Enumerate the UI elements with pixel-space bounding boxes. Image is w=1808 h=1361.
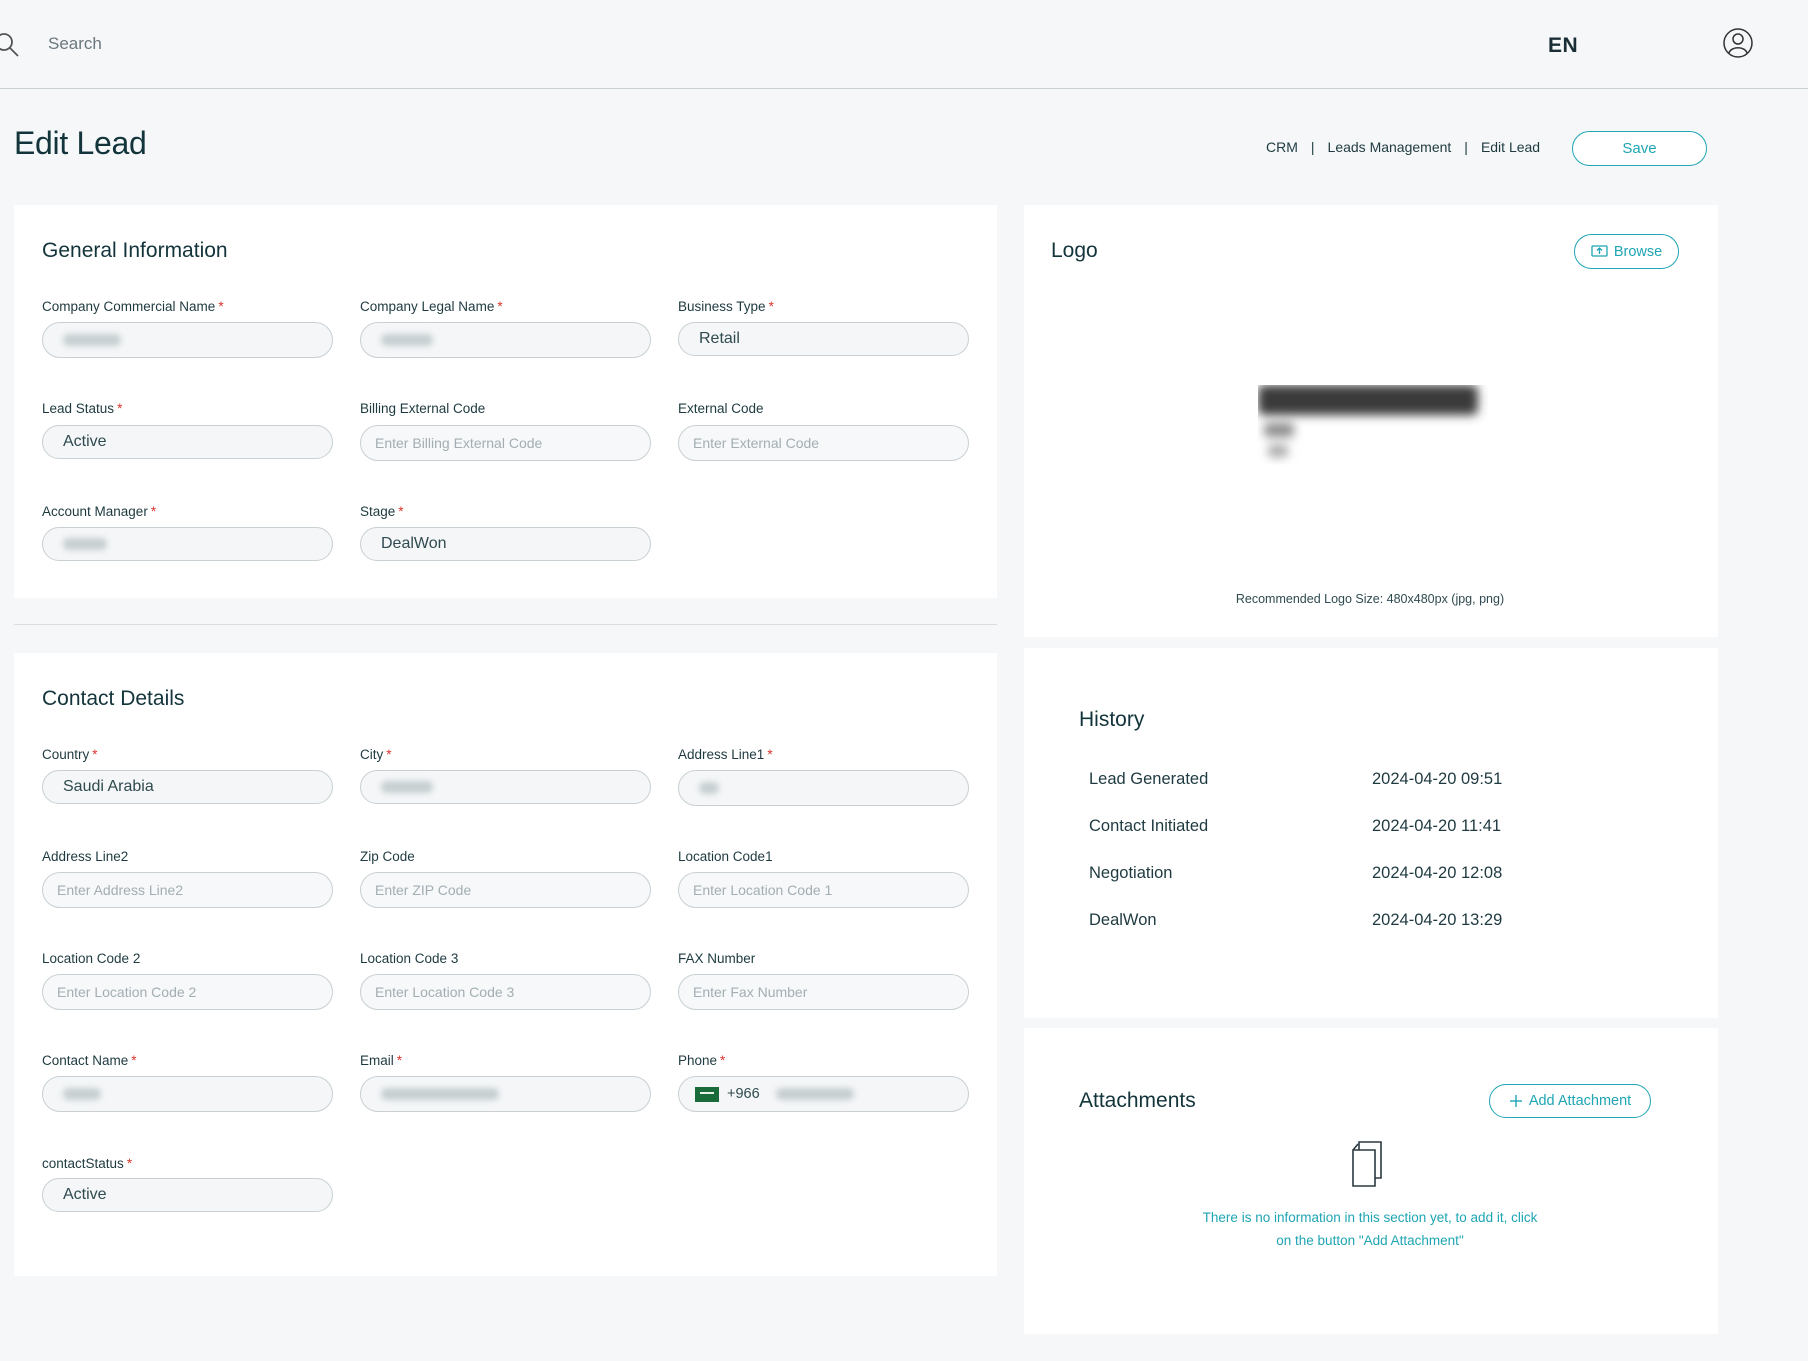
location-code2-label: Location Code 2	[42, 951, 141, 966]
zip-code-label: Zip Code	[360, 849, 415, 864]
saudi-flag-icon[interactable]	[695, 1086, 719, 1102]
logo-size-hint: Recommended Logo Size: 480x480px (jpg, p…	[1235, 592, 1505, 606]
breadcrumb: CRM | Leads Management | Edit Lead	[1266, 139, 1540, 155]
external-code-label: External Code	[678, 401, 764, 416]
city-label: City *	[360, 747, 392, 762]
company-legal-name-label: Company Legal Name *	[360, 299, 503, 314]
add-attachment-button[interactable]: Add Attachment	[1489, 1084, 1651, 1118]
breadcrumb-separator: |	[1464, 139, 1468, 155]
breadcrumb-separator: |	[1310, 139, 1315, 155]
history-event-label: Lead Generated	[1089, 770, 1209, 788]
phone-country-code: +966	[727, 1086, 760, 1102]
business-type-label: Business Type *	[678, 299, 774, 314]
save-button[interactable]: Save	[1572, 131, 1707, 166]
fax-number-input[interactable]: Enter Fax Number	[678, 974, 969, 1010]
history-event-label: DealWon	[1089, 911, 1157, 929]
breadcrumb-edit-lead: Edit Lead	[1480, 139, 1541, 155]
history-title: History	[1079, 708, 1145, 731]
add-attachment-label: Add Attachment	[1528, 1093, 1632, 1109]
country-select[interactable]: Saudi Arabia	[42, 770, 333, 804]
location-code3-label: Location Code 3	[360, 951, 459, 966]
breadcrumb-leads-management[interactable]: Leads Management	[1328, 139, 1452, 155]
business-type-select[interactable]: Retail	[678, 322, 969, 356]
history-event-label: Contact Initiated	[1089, 817, 1209, 835]
contact-details-title: Contact Details	[42, 687, 185, 710]
email-label: Email *	[360, 1053, 403, 1068]
location-code3-input[interactable]: Enter Location Code 3	[360, 974, 651, 1010]
address-line1-input[interactable]	[678, 770, 969, 806]
account-manager-label: Account Manager *	[42, 504, 157, 519]
top-bar: Search EN	[0, 0, 1808, 89]
general-information-title: General Information	[42, 239, 228, 262]
logo-title: Logo	[1051, 239, 1098, 262]
company-commercial-name-label: Company Commercial Name *	[42, 299, 224, 314]
contact-name-input[interactable]	[42, 1076, 333, 1112]
user-avatar-icon[interactable]	[1722, 27, 1754, 59]
history-event-time: 2024-04-20 12:08	[1372, 864, 1503, 882]
lead-status-select[interactable]: Active	[42, 425, 333, 459]
address-line2-input[interactable]: Enter Address Line2	[42, 872, 333, 908]
breadcrumb-crm[interactable]: CRM	[1266, 139, 1298, 155]
section-divider	[14, 624, 997, 625]
contact-status-label: contactStatus *	[42, 1156, 133, 1171]
search-icon[interactable]	[0, 30, 22, 60]
billing-external-code-input[interactable]: Enter Billing External Code	[360, 425, 651, 461]
country-label: Country *	[42, 747, 98, 762]
history-event-time: 2024-04-20 09:51	[1372, 770, 1503, 788]
history-event-time: 2024-04-20 11:41	[1372, 817, 1502, 835]
email-input[interactable]	[360, 1076, 651, 1112]
stage-select[interactable]: DealWon	[360, 527, 651, 561]
language-selector[interactable]: EN	[1548, 34, 1578, 58]
browse-label: Browse	[1613, 243, 1663, 260]
company-commercial-name-input[interactable]	[42, 322, 333, 358]
document-icon	[1352, 1141, 1382, 1187]
fax-number-label: FAX Number	[678, 951, 756, 966]
search-input[interactable]: Search	[48, 34, 102, 54]
attachments-empty-message: There is no information in this section …	[1202, 1210, 1538, 1248]
browse-button[interactable]: Browse	[1574, 234, 1679, 269]
location-code2-input[interactable]: Enter Location Code 2	[42, 974, 333, 1010]
address-line1-label: Address Line1 *	[678, 747, 773, 762]
stage-label: Stage *	[360, 504, 404, 519]
history-event-time: 2024-04-20 13:29	[1372, 911, 1503, 929]
attachments-title: Attachments	[1079, 1089, 1196, 1112]
account-manager-select[interactable]	[42, 527, 333, 561]
zip-code-input[interactable]: Enter ZIP Code	[360, 872, 651, 908]
contact-status-select[interactable]: Active	[42, 1178, 333, 1212]
phone-label: Phone *	[678, 1053, 726, 1068]
city-select[interactable]	[360, 770, 651, 804]
external-code-input[interactable]: Enter External Code	[678, 425, 969, 461]
location-code1-input[interactable]: Enter Location Code 1	[678, 872, 969, 908]
company-logo-image	[1258, 385, 1478, 457]
contact-name-label: Contact Name *	[42, 1053, 137, 1068]
plus-icon	[1509, 1095, 1522, 1107]
page-title: Edit Lead	[14, 125, 147, 161]
upload-icon	[1591, 244, 1608, 257]
lead-status-label: Lead Status *	[42, 401, 123, 416]
address-line2-label: Address Line2	[42, 849, 129, 864]
phone-input[interactable]: +966	[678, 1076, 969, 1112]
billing-external-code-label: Billing External Code	[360, 401, 486, 416]
company-legal-name-input[interactable]	[360, 322, 651, 358]
location-code1-label: Location Code1	[678, 849, 773, 864]
history-event-label: Negotiation	[1089, 864, 1173, 882]
